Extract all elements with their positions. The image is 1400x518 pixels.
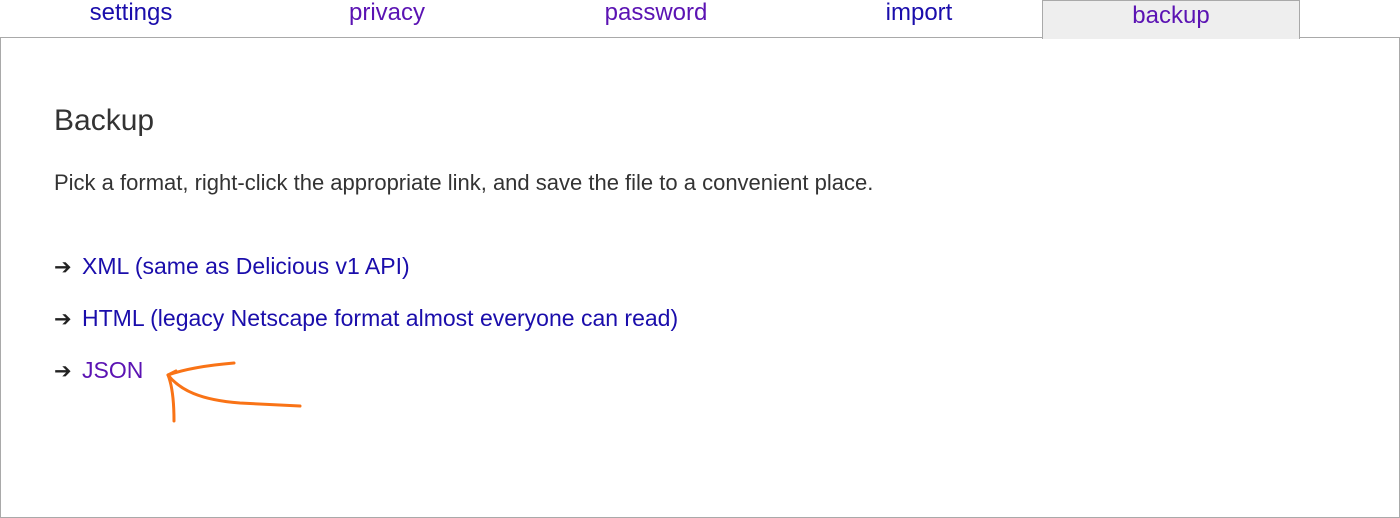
tab-password[interactable]: password <box>582 0 730 38</box>
format-list: ➔ XML (same as Delicious v1 API) ➔ HTML … <box>54 253 678 409</box>
html-download-link[interactable]: HTML (legacy Netscape format almost ever… <box>82 305 678 331</box>
arrow-right-icon: ➔ <box>54 255 72 279</box>
format-item-html: ➔ HTML (legacy Netscape format almost ev… <box>54 305 678 357</box>
backup-instructions: Pick a format, right-click the appropria… <box>54 170 874 195</box>
json-download-link[interactable]: JSON <box>82 357 143 383</box>
tab-settings[interactable]: settings <box>60 0 202 38</box>
format-item-json: ➔ JSON <box>54 357 678 409</box>
arrow-right-icon: ➔ <box>54 307 72 331</box>
page-title: Backup <box>54 104 155 137</box>
format-item-xml: ➔ XML (same as Delicious v1 API) <box>54 253 678 305</box>
tab-backup[interactable]: backup <box>1042 0 1300 39</box>
hand-drawn-arrow-annotation-icon <box>166 361 302 423</box>
arrow-right-icon: ➔ <box>54 359 72 383</box>
annotation-stroke-curve <box>166 361 302 408</box>
tab-privacy[interactable]: privacy <box>316 0 458 38</box>
annotation-stroke-head <box>166 369 178 377</box>
xml-download-link[interactable]: XML (same as Delicious v1 API) <box>82 253 410 279</box>
tab-import[interactable]: import <box>848 0 990 38</box>
